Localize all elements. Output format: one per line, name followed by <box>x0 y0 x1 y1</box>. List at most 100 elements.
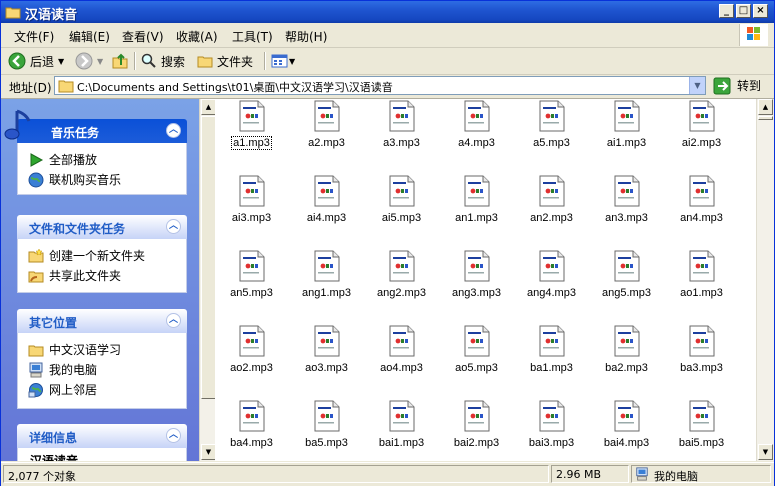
forward-button[interactable]: ▼ <box>75 52 103 70</box>
audio-file-icon <box>689 325 715 360</box>
place-network-link[interactable]: 网上邻居 <box>28 381 97 398</box>
share-folder-link[interactable]: 共享此文件夹 <box>28 267 121 284</box>
file-item[interactable]: ai2.mp3 <box>664 100 739 170</box>
file-item[interactable]: bai3.mp3 <box>514 400 589 461</box>
file-item[interactable]: an1.mp3 <box>439 175 514 245</box>
file-list-scrollbar[interactable]: ▲ ▼ <box>756 99 774 461</box>
audio-file-icon <box>464 325 490 360</box>
file-item[interactable]: ao3.mp3 <box>289 325 364 395</box>
address-dropdown-button[interactable]: ▼ <box>689 77 705 94</box>
file-item[interactable]: ai5.mp3 <box>364 175 439 245</box>
close-button[interactable]: × <box>753 4 768 18</box>
scroll-down-button[interactable]: ▼ <box>201 444 216 460</box>
file-item[interactable]: an4.mp3 <box>664 175 739 245</box>
folders-label: 文件夹 <box>217 54 254 69</box>
maximize-button[interactable]: □ <box>736 4 751 18</box>
audio-file-icon <box>389 325 415 360</box>
menu-view[interactable]: 查看(V) <box>122 28 164 45</box>
minimize-button[interactable]: _ <box>719 4 734 18</box>
menu-edit[interactable]: 编辑(E) <box>69 28 110 45</box>
place-chinese-study-link[interactable]: 中文汉语学习 <box>28 341 121 358</box>
audio-file-icon <box>239 325 265 360</box>
play-all-link[interactable]: 全部播放 <box>28 151 97 168</box>
file-item[interactable]: ba1.mp3 <box>514 325 589 395</box>
file-item[interactable]: ao4.mp3 <box>364 325 439 395</box>
task-pane-scrollbar[interactable]: ▲ ▼ <box>199 99 216 461</box>
details-header[interactable]: 详细信息 ︿ <box>17 424 187 448</box>
audio-file-icon <box>689 400 715 435</box>
place-my-computer-link[interactable]: 我的电脑 <box>28 361 97 378</box>
collapse-chevron-icon[interactable]: ︿ <box>166 219 181 234</box>
music-tasks-header[interactable]: 音乐任务 ︿ <box>17 119 187 143</box>
title-bar[interactable]: 汉语读音 _ □ × <box>1 1 774 23</box>
file-list[interactable]: a1.mp3 a2.mp3 a3.mp3 a4.mp3 a5.mp3 ai1.mp3 ai2… <box>215 99 756 461</box>
views-button[interactable]: ▼ <box>271 52 295 70</box>
menu-favorites[interactable]: 收藏(A) <box>176 28 218 45</box>
details-title: 详细信息 <box>29 431 78 445</box>
audio-file-icon <box>389 250 415 285</box>
address-bar: 地址(D) C:\Documents and Settings\t01\桌面\中… <box>1 74 774 99</box>
file-item[interactable]: a4.mp3 <box>439 100 514 170</box>
file-name: ba1.mp3 <box>530 362 573 374</box>
file-item[interactable]: ao1.mp3 <box>664 250 739 320</box>
file-item[interactable]: ai4.mp3 <box>289 175 364 245</box>
file-tasks-header[interactable]: 文件和文件夹任务 ︿ <box>17 215 187 239</box>
file-item[interactable]: ao5.mp3 <box>439 325 514 395</box>
folders-button[interactable]: 文件夹 <box>197 52 253 70</box>
new-folder-link[interactable]: 创建一个新文件夹 <box>28 247 145 264</box>
status-location: 我的电脑 <box>631 465 771 483</box>
collapse-chevron-icon[interactable]: ︿ <box>166 428 181 443</box>
file-item[interactable]: a2.mp3 <box>289 100 364 170</box>
back-label: 后退 <box>30 54 55 69</box>
file-item[interactable]: a1.mp3 <box>215 100 289 170</box>
menu-file[interactable]: 文件(F) <box>14 28 54 45</box>
file-item[interactable]: an2.mp3 <box>514 175 589 245</box>
file-item[interactable]: ao2.mp3 <box>215 325 289 395</box>
file-item[interactable]: ba2.mp3 <box>589 325 664 395</box>
file-name: bai5.mp3 <box>678 437 725 449</box>
scroll-thumb[interactable] <box>201 116 216 399</box>
go-button[interactable]: 转到 <box>713 76 761 95</box>
file-name: an4.mp3 <box>680 212 723 224</box>
file-item[interactable]: ba4.mp3 <box>215 400 289 461</box>
file-item[interactable]: ai3.mp3 <box>215 175 289 245</box>
file-item[interactable]: ang5.mp3 <box>589 250 664 320</box>
buy-music-online-link[interactable]: 联机购买音乐 <box>28 171 121 188</box>
scroll-up-button[interactable]: ▲ <box>201 99 216 115</box>
scroll-thumb[interactable] <box>758 116 773 120</box>
file-name: ao1.mp3 <box>680 287 723 299</box>
windows-logo-icon <box>739 24 768 46</box>
back-button[interactable]: 后退 ▼ <box>8 52 64 70</box>
file-item[interactable]: bai5.mp3 <box>664 400 739 461</box>
file-item[interactable]: ang3.mp3 <box>439 250 514 320</box>
scroll-down-button[interactable]: ▼ <box>758 444 773 460</box>
collapse-chevron-icon[interactable]: ︿ <box>166 123 181 138</box>
menu-help[interactable]: 帮助(H) <box>285 28 327 45</box>
audio-file-icon <box>389 175 415 210</box>
up-folder-icon <box>112 53 128 69</box>
file-item[interactable]: bai4.mp3 <box>589 400 664 461</box>
file-item[interactable]: bai2.mp3 <box>439 400 514 461</box>
file-name: a1.mp3 <box>231 136 272 150</box>
details-panel: 汉语读音 <box>17 448 187 461</box>
file-item[interactable]: ang2.mp3 <box>364 250 439 320</box>
file-item[interactable]: ba3.mp3 <box>664 325 739 395</box>
file-item[interactable]: an3.mp3 <box>589 175 664 245</box>
file-item[interactable]: ba5.mp3 <box>289 400 364 461</box>
audio-file-icon <box>464 100 490 135</box>
file-item[interactable]: a5.mp3 <box>514 100 589 170</box>
scroll-up-button[interactable]: ▲ <box>758 99 773 115</box>
menu-tools[interactable]: 工具(T) <box>232 28 273 45</box>
file-item[interactable]: ai1.mp3 <box>589 100 664 170</box>
file-item[interactable]: ang1.mp3 <box>289 250 364 320</box>
up-folder-button[interactable] <box>111 52 129 70</box>
address-input[interactable]: C:\Documents and Settings\t01\桌面\中文汉语学习\… <box>54 76 706 95</box>
file-item[interactable]: ang4.mp3 <box>514 250 589 320</box>
other-places-header[interactable]: 其它位置 ︿ <box>17 309 187 333</box>
file-item[interactable]: an5.mp3 <box>215 250 289 320</box>
collapse-chevron-icon[interactable]: ︿ <box>166 313 181 328</box>
search-button[interactable]: 搜索 <box>141 52 185 70</box>
file-item[interactable]: bai1.mp3 <box>364 400 439 461</box>
file-item[interactable]: a3.mp3 <box>364 100 439 170</box>
audio-file-icon <box>314 400 340 435</box>
